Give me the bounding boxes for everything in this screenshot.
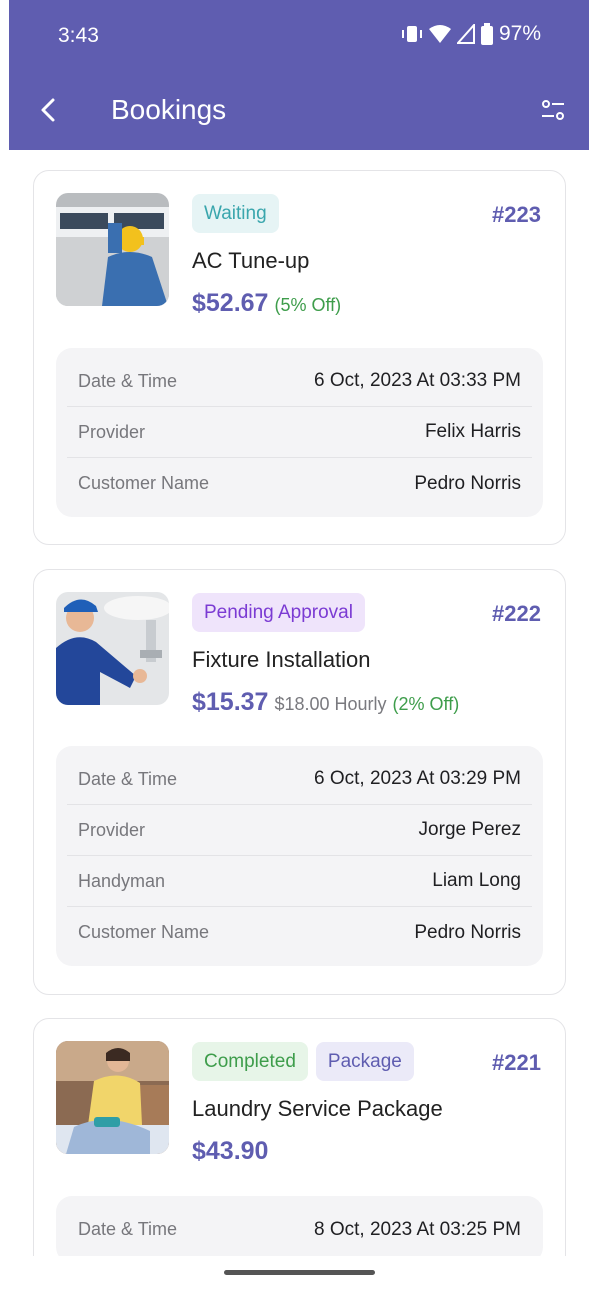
status-badge: Pending Approval bbox=[192, 593, 365, 632]
cell-signal-icon bbox=[456, 24, 475, 44]
status-bar: 3:43 97% bbox=[9, 0, 589, 72]
hourly-rate: $18.00 Hourly bbox=[274, 694, 387, 714]
booking-card[interactable]: Pending Approval #222 Fixture Installati… bbox=[33, 569, 566, 995]
status-time: 3:43 bbox=[58, 24, 99, 47]
detail-row: Customer Name Pedro Norris bbox=[67, 907, 532, 958]
back-arrow-icon[interactable] bbox=[31, 92, 67, 128]
detail-label: Date & Time bbox=[78, 1219, 178, 1239]
battery-percent: 97% bbox=[498, 22, 541, 45]
price: $15.37 bbox=[192, 688, 269, 716]
bookings-list[interactable]: Waiting #223 AC Tune-up $52.67 (5% Off) … bbox=[0, 150, 596, 1256]
system-icons: 97% bbox=[401, 22, 541, 46]
detail-label: Date & Time bbox=[78, 768, 178, 789]
detail-value: Pedro Norris bbox=[414, 921, 521, 943]
detail-value: 6 Oct, 2023 At 03:29 PM bbox=[313, 768, 521, 789]
price-row: $15.37 $18.00 Hourly (2% Off) bbox=[192, 688, 459, 717]
price-row: $43.90 bbox=[192, 1137, 268, 1166]
detail-label: Handyman bbox=[78, 870, 166, 891]
service-image bbox=[56, 193, 169, 306]
booking-id: #221 bbox=[492, 1050, 541, 1075]
booking-details: Date & Time 6 Oct, 2023 At 03:33 PM Provi… bbox=[56, 348, 543, 517]
app-bar: 3:43 97% Bookings bbox=[9, 0, 589, 150]
detail-value: Liam Long bbox=[432, 870, 521, 891]
booking-id: #223 bbox=[492, 202, 541, 227]
booking-details: Date & Time 8 Oct, 2023 At 03:25 PM bbox=[56, 1196, 543, 1256]
booking-card[interactable]: Waiting #223 AC Tune-up $52.67 (5% Off) … bbox=[33, 170, 566, 545]
discount: (5% Off) bbox=[274, 295, 342, 315]
status-badge: Completed bbox=[192, 1042, 308, 1081]
booking-details: Date & Time 6 Oct, 2023 At 03:29 PM Provi… bbox=[56, 746, 543, 966]
detail-row: Date & Time 6 Oct, 2023 At 03:33 PM bbox=[67, 356, 532, 407]
vibrate-icon bbox=[401, 26, 422, 42]
detail-row: Provider Felix Harris bbox=[67, 407, 532, 458]
discount: (2% Off) bbox=[392, 694, 460, 714]
booking-id: #222 bbox=[492, 601, 541, 626]
price: $52.67 bbox=[192, 289, 269, 317]
page-title: Bookings bbox=[111, 94, 227, 125]
filter-icon[interactable] bbox=[539, 96, 567, 124]
detail-row: Date & Time 6 Oct, 2023 At 03:29 PM bbox=[67, 754, 532, 805]
package-badge: Package bbox=[315, 1042, 414, 1081]
detail-label: Provider bbox=[78, 421, 146, 442]
detail-label: Customer Name bbox=[78, 473, 210, 493]
service-image bbox=[56, 1041, 169, 1154]
detail-value: Felix Harris bbox=[424, 421, 521, 442]
price-row: $52.67 (5% Off) bbox=[192, 289, 341, 318]
detail-row: Date & Time 8 Oct, 2023 At 03:25 PM bbox=[67, 1204, 532, 1255]
detail-value: 8 Oct, 2023 At 03:25 PM bbox=[313, 1218, 521, 1240]
toolbar: Bookings bbox=[9, 72, 589, 150]
detail-value: 6 Oct, 2023 At 03:33 PM bbox=[313, 370, 521, 391]
detail-row: Provider Jorge Perez bbox=[67, 805, 532, 856]
home-gesture-handle[interactable] bbox=[224, 1270, 375, 1275]
detail-label: Customer Name bbox=[78, 922, 210, 942]
service-name: AC Tune-up bbox=[192, 248, 310, 273]
detail-label: Date & Time bbox=[78, 370, 178, 391]
detail-value: Pedro Norris bbox=[414, 472, 521, 494]
service-name: Laundry Service Package bbox=[192, 1096, 443, 1121]
service-name: Fixture Installation bbox=[192, 647, 371, 672]
detail-row: Handyman Liam Long bbox=[67, 856, 532, 907]
service-image bbox=[56, 592, 169, 705]
battery-icon bbox=[480, 23, 493, 45]
wifi-icon bbox=[428, 25, 451, 43]
detail-value: Jorge Perez bbox=[418, 819, 521, 840]
booking-card[interactable]: Completed Package #221 Laundry Service P… bbox=[33, 1018, 566, 1256]
navigation-bar bbox=[0, 1256, 596, 1290]
detail-label: Provider bbox=[78, 819, 146, 840]
status-badge: Waiting bbox=[192, 194, 279, 233]
detail-row: Customer Name Pedro Norris bbox=[67, 458, 532, 509]
price: $43.90 bbox=[192, 1137, 269, 1165]
